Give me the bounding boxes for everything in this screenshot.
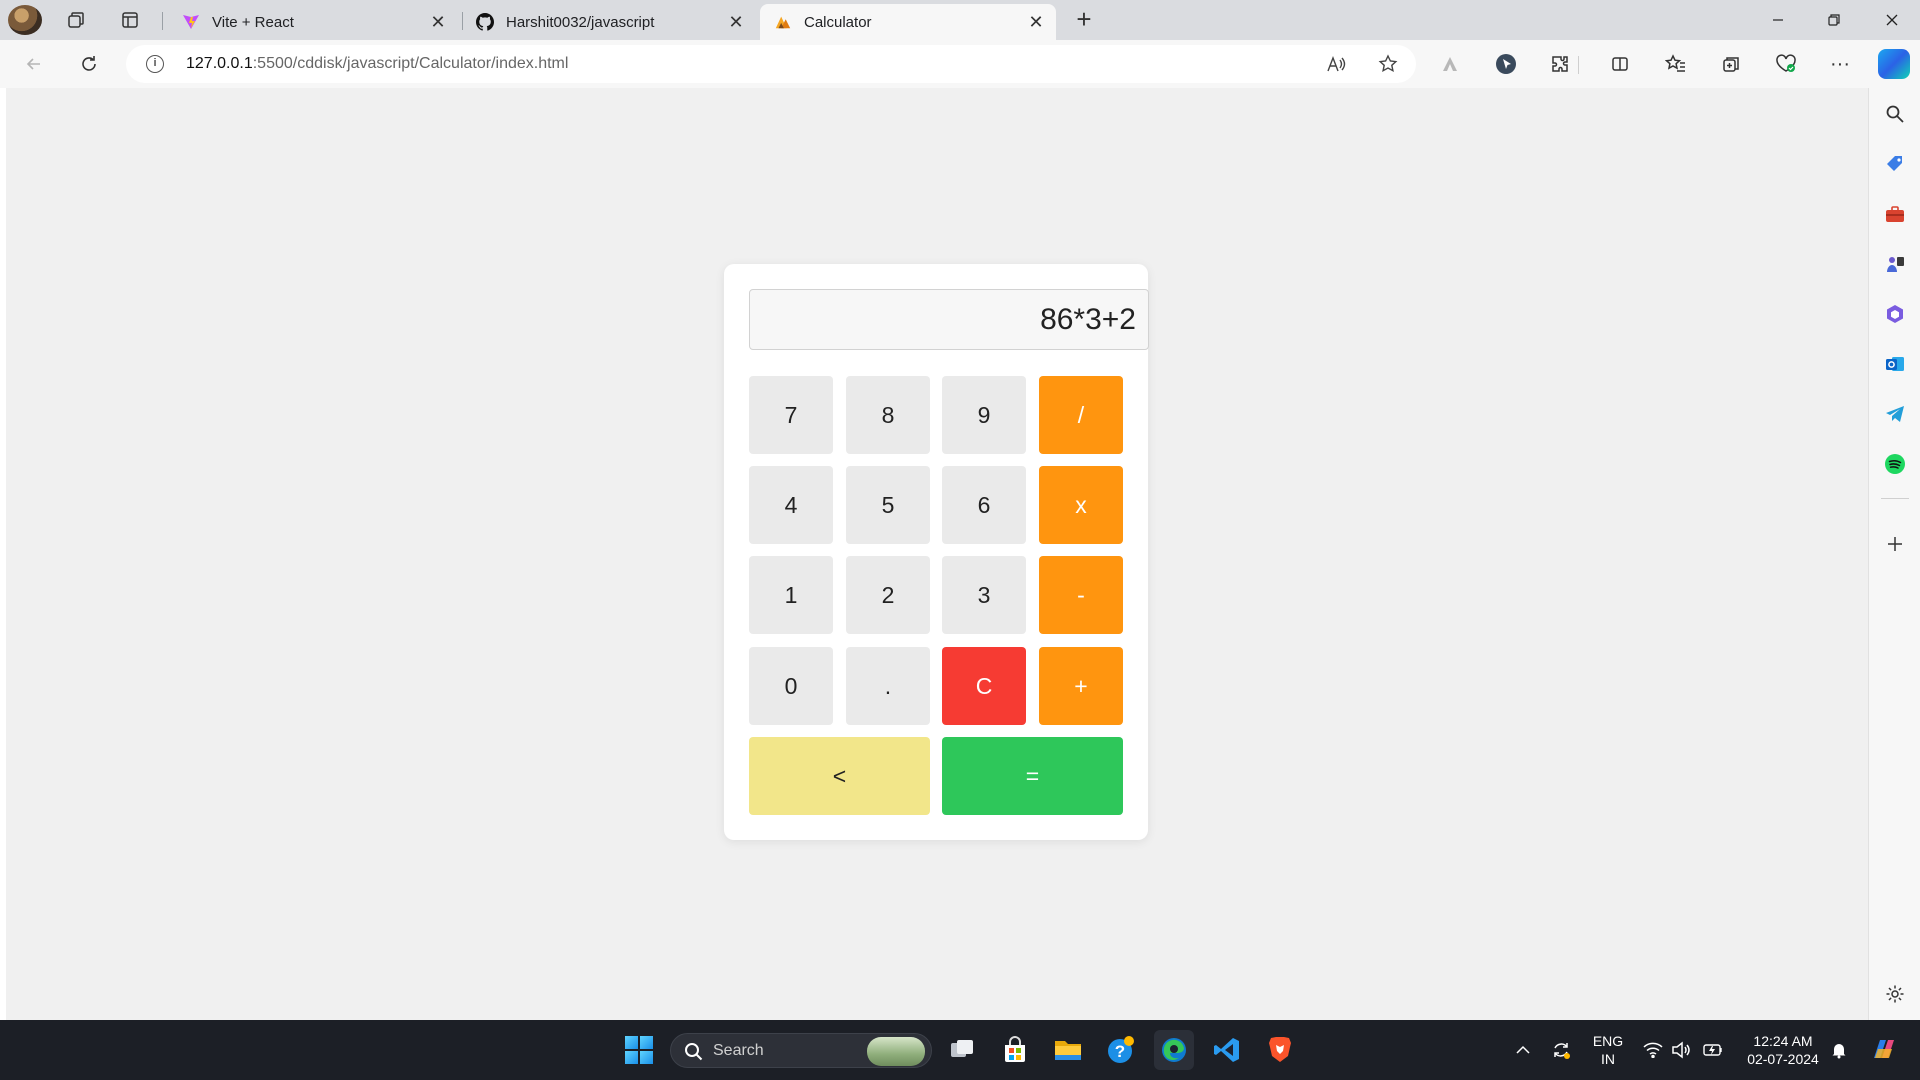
equals-button[interactable]: = xyxy=(942,737,1123,815)
copilot-taskbar-icon[interactable] xyxy=(1864,1020,1904,1080)
extensions-icon[interactable] xyxy=(1544,48,1576,80)
windows-start-icon[interactable] xyxy=(619,1030,659,1070)
calculator-favicon-icon xyxy=(774,13,792,31)
extension-cursor-icon[interactable] xyxy=(1490,48,1522,80)
page-viewport: 86*3+2 7 8 9 / 4 5 6 x 1 2 3 - 0 . C + <… xyxy=(6,88,1868,1020)
copilot-icon[interactable] xyxy=(1878,49,1910,79)
tab-divider xyxy=(162,12,163,30)
close-icon[interactable]: ✕ xyxy=(1026,12,1046,32)
clock-date: 02-07-2024 xyxy=(1747,1051,1819,1067)
profile-avatar[interactable] xyxy=(8,5,42,35)
multiply-button[interactable]: x xyxy=(1039,466,1123,544)
key-6[interactable]: 6 xyxy=(942,466,1026,544)
vertical-tabs-icon[interactable] xyxy=(112,4,148,36)
microsoft-store-icon[interactable] xyxy=(995,1030,1035,1070)
sidebar-divider xyxy=(1881,498,1909,499)
key-9[interactable]: 9 xyxy=(942,376,1026,454)
brave-icon[interactable] xyxy=(1260,1030,1300,1070)
minimize-button[interactable] xyxy=(1750,0,1806,40)
tab-github[interactable]: Harshit0032/javascript ✕ xyxy=(462,4,756,40)
key-8[interactable]: 8 xyxy=(846,376,930,454)
add-button[interactable]: + xyxy=(1039,647,1123,725)
tab-strip: Vite + React ✕ Harshit0032/javascript ✕ … xyxy=(0,0,1920,40)
notifications-bell-icon[interactable] xyxy=(1828,1020,1850,1080)
more-options-icon[interactable]: ··· xyxy=(1824,48,1856,80)
key-5[interactable]: 5 xyxy=(846,466,930,544)
file-explorer-icon[interactable] xyxy=(1048,1030,1088,1070)
github-icon xyxy=(476,13,494,31)
close-icon[interactable]: ✕ xyxy=(428,12,448,32)
key-4[interactable]: 4 xyxy=(749,466,833,544)
toolbar-divider xyxy=(1578,56,1579,74)
tab-title: Calculator xyxy=(804,13,872,31)
microsoft365-icon[interactable] xyxy=(1881,300,1909,328)
backspace-button[interactable]: < xyxy=(749,737,930,815)
show-hidden-icons-chevron-icon[interactable] xyxy=(1508,1020,1538,1080)
favorite-star-icon[interactable] xyxy=(1374,50,1402,78)
windows-taskbar: Search ? ENG IN 12:24 AM 02-07-2024 xyxy=(0,1020,1920,1080)
spotify-icon[interactable] xyxy=(1881,450,1909,478)
telegram-icon[interactable] xyxy=(1881,400,1909,428)
restore-button[interactable] xyxy=(1806,0,1862,40)
collections-icon[interactable] xyxy=(1715,48,1747,80)
key-2[interactable]: 2 xyxy=(846,556,930,634)
key-0[interactable]: 0 xyxy=(749,647,833,725)
decimal-button[interactable]: . xyxy=(846,647,930,725)
tools-icon[interactable] xyxy=(1881,200,1909,228)
shopping-tag-icon[interactable] xyxy=(1881,150,1909,178)
sync-icon[interactable] xyxy=(1546,1020,1576,1080)
wifi-icon[interactable] xyxy=(1640,1020,1666,1080)
add-icon[interactable] xyxy=(1881,530,1909,558)
refresh-icon[interactable] xyxy=(73,48,105,80)
clock-time: 12:24 AM xyxy=(1753,1033,1813,1049)
search-placeholder: Search xyxy=(713,1042,764,1059)
browser-essentials-icon[interactable] xyxy=(1770,48,1802,80)
svg-text:?: ? xyxy=(1115,1042,1125,1061)
vite-icon xyxy=(182,13,200,31)
battery-icon[interactable] xyxy=(1698,1020,1728,1080)
clear-button[interactable]: C xyxy=(942,647,1026,725)
url-text[interactable]: 127.0.0.1:5500/cddisk/javascript/Calcula… xyxy=(186,55,568,73)
divide-button[interactable]: / xyxy=(1039,376,1123,454)
back-icon[interactable] xyxy=(18,48,50,80)
browser-toolbar: i 127.0.0.1:5500/cddisk/javascript/Calcu… xyxy=(0,40,1920,88)
vscode-icon[interactable] xyxy=(1207,1030,1247,1070)
tab-calculator[interactable]: Calculator ✕ xyxy=(760,4,1056,40)
address-bar[interactable]: i 127.0.0.1:5500/cddisk/javascript/Calcu… xyxy=(126,45,1416,83)
tab-title: Harshit0032/javascript xyxy=(506,13,655,31)
get-help-icon[interactable]: ? xyxy=(1101,1030,1141,1070)
split-screen-icon[interactable] xyxy=(1604,48,1636,80)
clock[interactable]: 12:24 AM 02-07-2024 xyxy=(1738,1020,1828,1080)
language-code: ENG xyxy=(1592,1033,1624,1049)
favorites-icon[interactable] xyxy=(1660,48,1692,80)
region-code: IN xyxy=(1601,1051,1615,1067)
outlook-icon[interactable] xyxy=(1881,350,1909,378)
read-aloud-icon[interactable] xyxy=(1322,50,1350,78)
edge-sidebar xyxy=(1868,88,1920,1020)
subtract-button[interactable]: - xyxy=(1039,556,1123,634)
calculator: 86*3+2 7 8 9 / 4 5 6 x 1 2 3 - 0 . C + <… xyxy=(724,264,1149,840)
key-3[interactable]: 3 xyxy=(942,556,1026,634)
tab-vite-react[interactable]: Vite + React ✕ xyxy=(168,4,458,40)
key-1[interactable]: 1 xyxy=(749,556,833,634)
search-highlight-image xyxy=(867,1037,925,1066)
close-window-button[interactable] xyxy=(1864,0,1920,40)
search-icon[interactable] xyxy=(1881,100,1909,128)
key-7[interactable]: 7 xyxy=(749,376,833,454)
taskbar-search[interactable]: Search xyxy=(670,1033,932,1068)
task-view-icon[interactable] xyxy=(942,1030,982,1070)
tab-title: Vite + React xyxy=(212,13,294,31)
edge-taskbar-icon[interactable] xyxy=(1154,1030,1194,1070)
extension-a-icon[interactable] xyxy=(1434,48,1466,80)
calculator-display[interactable]: 86*3+2 xyxy=(749,289,1149,350)
site-info-icon[interactable]: i xyxy=(146,55,164,73)
volume-icon[interactable] xyxy=(1668,1020,1694,1080)
games-icon[interactable] xyxy=(1881,250,1909,278)
close-icon[interactable]: ✕ xyxy=(726,12,746,32)
language-indicator[interactable]: ENG IN xyxy=(1584,1020,1632,1080)
search-icon xyxy=(685,1043,703,1061)
settings-gear-icon[interactable] xyxy=(1881,980,1909,1008)
new-tab-button[interactable]: + xyxy=(1068,4,1100,36)
workspaces-icon[interactable] xyxy=(58,4,94,36)
